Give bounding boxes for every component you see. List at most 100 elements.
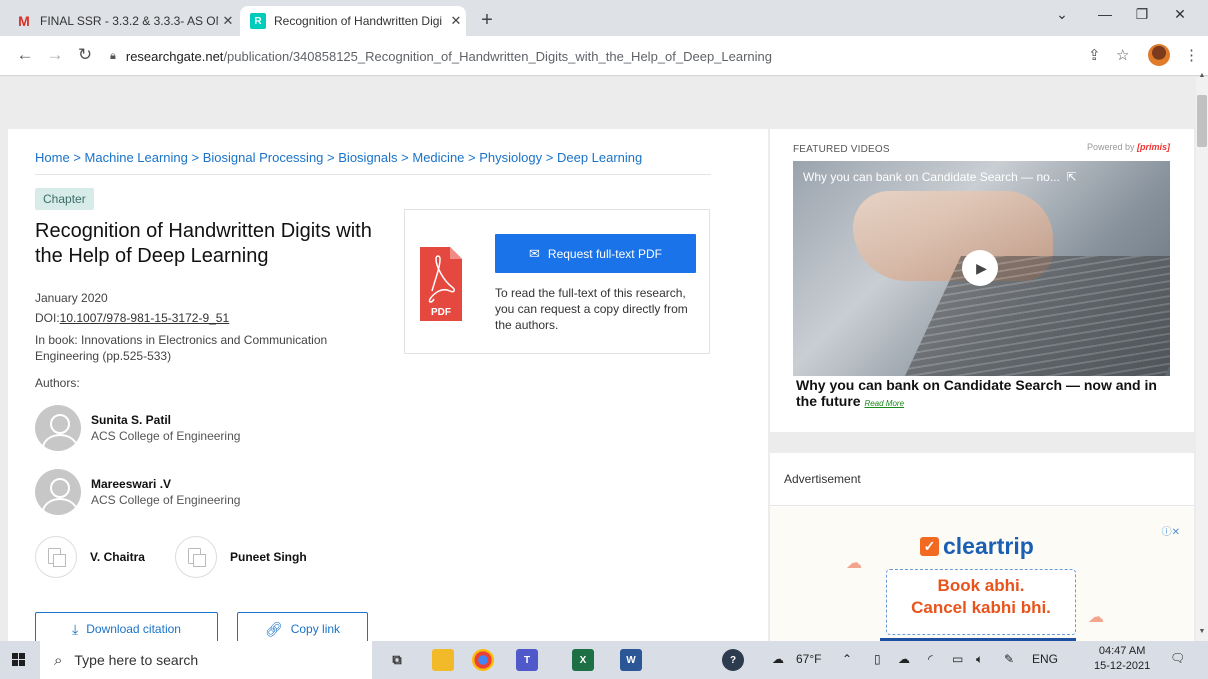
forward-button[interactable]: → xyxy=(44,45,66,65)
author-name[interactable]: Puneet Singh xyxy=(230,550,307,564)
scroll-down-arrow[interactable]: ▼ xyxy=(1196,628,1208,640)
advertisement-card: Advertisement ⓘ✕ ☁︎ ☁︎ ✓ cleartrip Book … xyxy=(770,453,1194,641)
window-close-button[interactable]: ✕ xyxy=(1162,6,1198,23)
download-citation-button[interactable]: ⤓ Download citation xyxy=(35,612,218,641)
author-affiliation[interactable]: ACS College of Engineering xyxy=(91,429,240,443)
play-icon[interactable]: ▶ xyxy=(962,250,998,286)
divider xyxy=(35,174,711,175)
author-name[interactable]: Mareeswari .V xyxy=(91,477,240,491)
new-tab-button[interactable]: + xyxy=(476,10,498,30)
tab-gmail[interactable]: M FINAL SSR - 3.3.2 & 3.3.3- AS ON ✕ xyxy=(16,6,238,36)
weather-cloud-icon[interactable]: ☁︎ xyxy=(772,652,784,666)
scrollbar[interactable] xyxy=(1196,77,1208,641)
address-bar[interactable]: 🔒︎ researchgate.net/publication/34085812… xyxy=(110,42,1110,70)
author-item[interactable]: V. Chaitra xyxy=(35,536,145,578)
author-item[interactable]: Sunita S. Patil ACS College of Engineeri… xyxy=(35,405,240,451)
tab-researchgate[interactable]: R Recognition of Handwritten Digi ✕ xyxy=(240,6,466,36)
video-caption: Why you can bank on Candidate Search — n… xyxy=(796,377,1157,409)
reload-button[interactable]: ↻ xyxy=(74,45,96,65)
device-icon[interactable]: ▯ xyxy=(874,652,881,666)
excel-icon[interactable]: X xyxy=(572,649,594,671)
author-placeholder-icon xyxy=(35,536,77,578)
request-description: To read the full-text of this research, … xyxy=(495,286,688,332)
video-player[interactable]: Why you can bank on Candidate Search — n… xyxy=(793,161,1170,376)
pen-icon[interactable]: ✎ xyxy=(1004,652,1014,666)
ad-line-2: Cancel kabhi bhi. xyxy=(911,598,1051,617)
ad-message-box: Book abhi. Cancel kabhi bhi. xyxy=(886,569,1076,635)
browser-toolbar: ← → ↻ 🔒︎ researchgate.net/publication/34… xyxy=(0,36,1208,76)
request-fulltext-button[interactable]: ✉︎ Request full-text PDF xyxy=(495,234,696,273)
publication-card: Home > Machine Learning > Biosignal Proc… xyxy=(8,129,768,641)
author-item[interactable]: Puneet Singh xyxy=(175,536,307,578)
profile-avatar[interactable] xyxy=(1148,44,1170,66)
doi-link[interactable]: 10.1007/978-981-15-3172-9_51 xyxy=(60,311,229,325)
breadcrumb-machine-learning[interactable]: Machine Learning xyxy=(85,150,188,165)
share-icon[interactable]: ⇪ xyxy=(1088,46,1101,64)
onedrive-icon[interactable]: ☁︎ xyxy=(898,652,910,666)
language-indicator[interactable]: ENG xyxy=(1032,652,1058,666)
featured-videos-label: FEATURED VIDEOS xyxy=(793,144,890,155)
scroll-up-arrow[interactable]: ▲ xyxy=(1196,70,1208,82)
download-icon: ⤓ xyxy=(72,620,79,637)
close-icon[interactable]: ✕ xyxy=(218,13,238,29)
author-item[interactable]: Mareeswari .V ACS College of Engineering xyxy=(35,469,240,515)
word-icon[interactable]: W xyxy=(620,649,642,671)
breadcrumb-home[interactable]: Home xyxy=(35,150,70,165)
chevron-up-icon[interactable]: ⌃ xyxy=(842,652,852,666)
copy-link-button[interactable]: 🔗︎ Copy link xyxy=(237,612,368,641)
wifi-icon[interactable]: ◜ xyxy=(928,652,933,666)
tab-search-icon[interactable]: ⌄ xyxy=(1044,6,1080,23)
bookmark-star-icon[interactable]: ☆ xyxy=(1116,46,1129,64)
windows-taskbar: ⌕ Type here to search ⧉ T X W ? ☁︎ 67°F … xyxy=(0,641,1208,679)
clock-date: 15-12-2021 xyxy=(1094,660,1151,672)
task-view-icon[interactable]: ⧉ xyxy=(386,649,408,671)
read-more-link[interactable]: Read More xyxy=(864,399,904,408)
authors-label: Authors: xyxy=(35,376,80,390)
breadcrumb-biosignals[interactable]: Biosignals xyxy=(338,150,397,165)
breadcrumb-biosignal-processing[interactable]: Biosignal Processing xyxy=(203,150,324,165)
share-icon[interactable]: ⇱ xyxy=(1063,170,1077,184)
clock-time: 04:47 AM xyxy=(1098,645,1146,657)
battery-icon[interactable]: ▭ xyxy=(952,652,963,666)
notifications-icon[interactable]: 🗨︎ xyxy=(1170,651,1188,669)
in-book: In book: Innovations in Electronics and … xyxy=(35,333,328,363)
breadcrumb-deep-learning[interactable]: Deep Learning xyxy=(557,150,642,165)
powered-by: Powered by [primis] xyxy=(1086,142,1170,152)
help-icon[interactable]: ? xyxy=(722,649,744,671)
type-badge: Chapter xyxy=(35,188,94,210)
researchgate-icon: R xyxy=(250,13,266,29)
cloud-icon: ☁︎ xyxy=(846,555,862,572)
ad-choices-icon[interactable]: ⓘ✕ xyxy=(1162,523,1180,538)
teams-icon[interactable]: T xyxy=(516,649,538,671)
menu-kebab-icon[interactable]: ⋮ xyxy=(1184,46,1199,64)
tab-title: FINAL SSR - 3.3.2 & 3.3.3- AS ON xyxy=(40,14,218,28)
video-title: Why you can bank on Candidate Search — n… xyxy=(803,170,1077,184)
volume-icon[interactable]: 🔈︎ xyxy=(976,652,983,667)
author-affiliation[interactable]: ACS College of Engineering xyxy=(91,493,240,507)
temperature[interactable]: 67°F xyxy=(796,652,821,666)
back-button[interactable]: ← xyxy=(14,45,36,65)
publication-date: January 2020 xyxy=(35,291,108,305)
chrome-icon[interactable] xyxy=(472,649,494,671)
divider xyxy=(770,505,1194,506)
primis-logo: [primis] xyxy=(1136,142,1170,152)
scrollbar-thumb[interactable] xyxy=(1197,95,1207,147)
url-domain: researchgate.net xyxy=(125,48,224,64)
close-icon[interactable]: ✕ xyxy=(446,13,466,29)
taskbar-search-input[interactable]: ⌕ Type here to search xyxy=(40,641,372,679)
breadcrumb-physiology[interactable]: Physiology xyxy=(479,150,542,165)
system-clock[interactable]: 04:47 AM 15-12-2021 xyxy=(1094,644,1150,674)
link-icon: 🔗︎ xyxy=(264,620,283,637)
author-name[interactable]: Sunita S. Patil xyxy=(91,413,240,427)
restore-button[interactable]: ❐ xyxy=(1124,6,1160,23)
windows-start-icon[interactable] xyxy=(12,653,26,667)
breadcrumb-medicine[interactable]: Medicine xyxy=(412,150,464,165)
page-title: Recognition of Handwritten Digits with t… xyxy=(35,220,372,267)
file-explorer-icon[interactable] xyxy=(432,649,454,671)
minimize-button[interactable]: — xyxy=(1087,6,1123,22)
gmail-icon: M xyxy=(18,13,30,29)
svg-text:PDF: PDF xyxy=(431,307,451,318)
author-name[interactable]: V. Chaitra xyxy=(90,550,145,564)
breadcrumb: Home > Machine Learning > Biosignal Proc… xyxy=(35,150,643,165)
ad-banner[interactable]: ⓘ✕ ☁︎ ☁︎ ✓ cleartrip Book abhi. Cancel k… xyxy=(770,507,1194,641)
